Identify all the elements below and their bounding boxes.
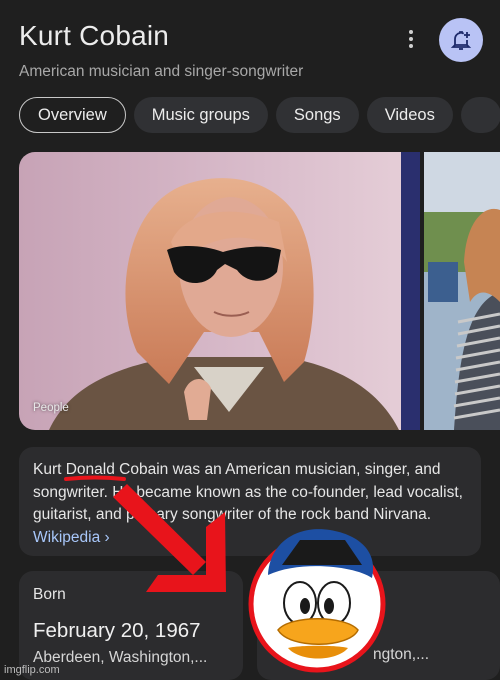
photo-caption: People <box>33 402 69 414</box>
tab-songs[interactable]: Songs <box>275 97 359 133</box>
born-label: Born <box>33 586 66 603</box>
more-vert-icon[interactable] <box>400 26 422 52</box>
tab-music-groups[interactable]: Music groups <box>133 97 268 133</box>
tab-overview[interactable]: Overview <box>19 97 126 133</box>
second-card-place: ngton,... <box>373 646 430 663</box>
tab-next[interactable] <box>460 97 500 133</box>
description-card: Kurt Donald Cobain was an American music… <box>19 447 481 556</box>
page-subtitle: American musician and singer-songwriter <box>19 63 304 80</box>
secondary-photo[interactable] <box>424 152 500 430</box>
bell-plus-icon <box>450 31 472 50</box>
tab-videos[interactable]: Videos <box>366 97 453 133</box>
second-info-card[interactable]: ngton,... <box>257 571 500 680</box>
main-photo[interactable] <box>19 152 420 430</box>
tab-bar: Overview Music groups Songs Videos <box>19 97 500 133</box>
watermark: imgflip.com <box>4 664 60 676</box>
born-place: Aberdeen, Washington,... <box>33 649 208 666</box>
wikipedia-link[interactable]: Wikipedia › <box>33 529 110 546</box>
description-text: Kurt <box>33 461 66 478</box>
description-highlight: Donald <box>65 461 115 478</box>
born-date: February 20, 1967 <box>33 619 201 642</box>
follow-button[interactable] <box>439 18 483 62</box>
page-title: Kurt Cobain <box>19 20 170 51</box>
